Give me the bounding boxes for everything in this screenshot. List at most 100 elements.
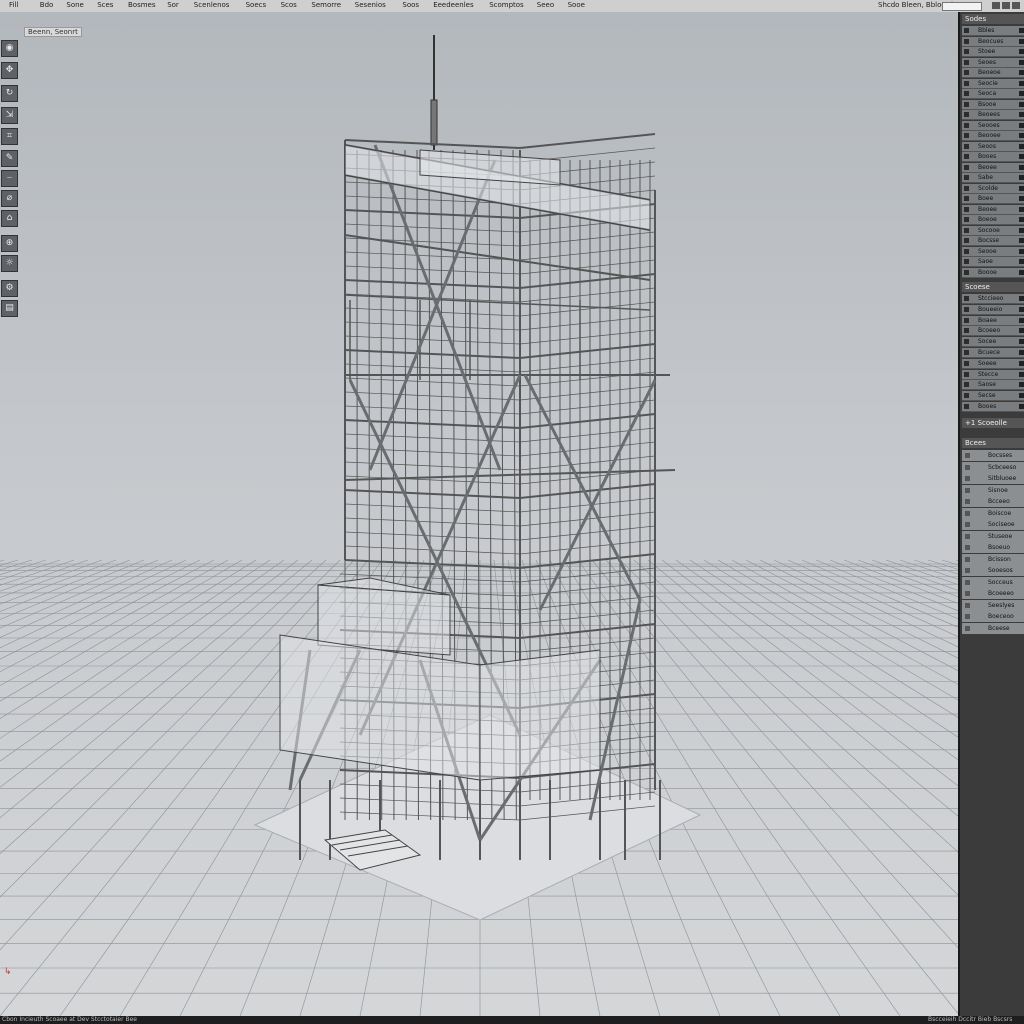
outliner-item[interactable]: Bcuece xyxy=(962,348,1024,358)
visibility-toggle-icon[interactable] xyxy=(1019,306,1024,312)
visibility-toggle-icon[interactable] xyxy=(1019,393,1024,399)
outliner-item[interactable]: Bbles xyxy=(962,26,1024,36)
outliner-item[interactable]: Stuseoe xyxy=(962,530,1024,542)
visibility-toggle-icon[interactable] xyxy=(1019,296,1024,301)
settings-tool-icon[interactable]: ⚙ xyxy=(1,280,18,297)
menu-item[interactable]: Sces xyxy=(97,1,113,9)
outliner-item[interactable]: Bcisson xyxy=(962,553,1024,565)
outliner-item[interactable]: Bceese xyxy=(962,622,1024,634)
outliner-item[interactable]: Scolde xyxy=(962,183,1024,194)
outliner-item[interactable]: Socooe xyxy=(962,225,1024,236)
outliner-item[interactable]: Stecce xyxy=(962,369,1024,380)
outliner-item[interactable]: Boooe xyxy=(962,267,1024,278)
visibility-toggle-icon[interactable] xyxy=(1019,248,1024,254)
outliner-item[interactable]: Bsoeuo xyxy=(962,542,1024,553)
outliner-item[interactable]: Seooe xyxy=(962,246,1024,257)
menu-item[interactable]: Scomptos xyxy=(489,1,524,9)
visibility-toggle-icon[interactable] xyxy=(1019,122,1024,128)
menu-item[interactable]: Fill xyxy=(9,1,18,9)
window-menu-icon[interactable] xyxy=(992,2,1000,9)
outliner-item[interactable]: Beoee xyxy=(962,204,1024,215)
outliner-item[interactable]: Seoes xyxy=(962,57,1024,68)
outliner-item[interactable]: Beooee xyxy=(962,131,1024,141)
light-tool-icon[interactable]: ☼ xyxy=(1,255,18,272)
menu-item[interactable]: Sesenios xyxy=(355,1,386,9)
visibility-toggle-icon[interactable] xyxy=(1019,28,1024,33)
visibility-toggle-icon[interactable] xyxy=(1019,112,1024,117)
visibility-toggle-icon[interactable] xyxy=(1019,360,1024,366)
outliner-item[interactable]: Seocie xyxy=(962,78,1024,89)
outliner-item[interactable]: Boeoe xyxy=(962,215,1024,225)
edit-tool-icon[interactable]: ⌗ xyxy=(1,128,18,145)
outliner-item[interactable]: Saoe xyxy=(962,257,1024,267)
3d-viewport[interactable]: Beenn, Seonrt ◉ ✥ ↻ ⇲ ⌗ ✎ ⎯ ⌀ ⌂ ⊕ ☼ ⚙ ▤ ↳ xyxy=(0,12,958,1016)
outliner-item[interactable]: Stoee xyxy=(962,47,1024,57)
menu-item[interactable]: Scos xyxy=(281,1,297,9)
close-icon[interactable] xyxy=(1012,2,1020,9)
outliner-item[interactable]: Seoca xyxy=(962,89,1024,99)
visibility-toggle-icon[interactable] xyxy=(1019,339,1024,345)
move-tool-icon[interactable]: ✥ xyxy=(1,62,18,79)
visibility-toggle-icon[interactable] xyxy=(1019,80,1024,86)
viewport-label[interactable]: Beenn, Seonrt xyxy=(24,27,82,37)
outliner-item[interactable]: Sociseoe xyxy=(962,519,1024,530)
visibility-toggle-icon[interactable] xyxy=(1019,328,1024,334)
outliner-item[interactable]: Sisnoe xyxy=(962,484,1024,496)
outliner-item[interactable]: Beocues xyxy=(962,36,1024,47)
visibility-toggle-icon[interactable] xyxy=(1019,175,1024,180)
render-tool-icon[interactable]: ⌂ xyxy=(1,210,18,227)
visibility-toggle-icon[interactable] xyxy=(1019,196,1024,201)
rotate-tool-icon[interactable]: ↻ xyxy=(1,85,18,102)
camera-tool-icon[interactable]: ⌀ xyxy=(1,190,18,207)
visibility-toggle-icon[interactable] xyxy=(1019,38,1024,44)
outliner-item[interactable]: Boiscoe xyxy=(962,507,1024,519)
visibility-toggle-icon[interactable] xyxy=(1019,217,1024,222)
visibility-toggle-icon[interactable] xyxy=(1019,317,1024,323)
outliner-item[interactable]: Socceus xyxy=(962,576,1024,588)
outliner-item[interactable]: Boaee xyxy=(962,315,1024,326)
outliner-item[interactable]: Sabe xyxy=(962,173,1024,183)
outliner-item[interactable]: Beoee xyxy=(962,162,1024,173)
menu-item[interactable]: Semorre xyxy=(311,1,341,9)
outliner-item[interactable]: Boeceoo xyxy=(962,611,1024,622)
visibility-toggle-icon[interactable] xyxy=(1019,70,1024,75)
visibility-toggle-icon[interactable] xyxy=(1019,143,1024,149)
outliner-item[interactable]: Sitbluoee xyxy=(962,473,1024,484)
select-tool-icon[interactable]: ◉ xyxy=(1,40,18,57)
visibility-toggle-icon[interactable] xyxy=(1019,133,1024,138)
outliner-item[interactable]: Sooesos xyxy=(962,565,1024,576)
outliner-item[interactable]: Soeee xyxy=(962,358,1024,369)
menu-item[interactable]: Bosmes xyxy=(128,1,156,9)
outliner-item[interactable]: Saose xyxy=(962,380,1024,391)
outliner-item[interactable]: Socee xyxy=(962,337,1024,348)
menu-item[interactable]: Soos xyxy=(402,1,419,9)
outliner-item[interactable]: Bsooe xyxy=(962,99,1024,110)
menu-item[interactable]: Eeedeenles xyxy=(433,1,473,9)
outliner-item[interactable]: Bcceeo xyxy=(962,496,1024,507)
outliner-item[interactable]: Boee xyxy=(962,194,1024,204)
outliner-item[interactable]: Beoees xyxy=(962,110,1024,120)
visibility-toggle-icon[interactable] xyxy=(1019,259,1024,264)
menu-item[interactable]: Bdo xyxy=(40,1,54,9)
pen-tool-icon[interactable]: ⎯ xyxy=(1,170,18,187)
visibility-toggle-icon[interactable] xyxy=(1019,206,1024,212)
outliner-item[interactable]: Boueeio xyxy=(962,304,1024,315)
visibility-toggle-icon[interactable] xyxy=(1019,101,1024,107)
search-input[interactable] xyxy=(942,2,982,11)
visibility-toggle-icon[interactable] xyxy=(1019,185,1024,191)
scale-tool-icon[interactable]: ⇲ xyxy=(1,107,18,124)
outliner-item[interactable]: Seeslyes xyxy=(962,599,1024,611)
outliner-item[interactable]: Scbceeso xyxy=(962,461,1024,473)
layer-tool-icon[interactable]: ▤ xyxy=(1,300,18,317)
menu-item[interactable]: Sone xyxy=(66,1,83,9)
menu-item[interactable]: Sooe xyxy=(568,1,585,9)
visibility-toggle-icon[interactable] xyxy=(1019,227,1024,233)
visibility-toggle-icon[interactable] xyxy=(1019,91,1024,96)
visibility-toggle-icon[interactable] xyxy=(1019,164,1024,170)
visibility-toggle-icon[interactable] xyxy=(1019,59,1024,65)
visibility-toggle-icon[interactable] xyxy=(1019,269,1024,275)
axis-gizmo-icon[interactable]: ↳ xyxy=(4,967,12,977)
outliner-item[interactable]: Booes xyxy=(962,152,1024,162)
visibility-toggle-icon[interactable] xyxy=(1019,404,1024,409)
visibility-toggle-icon[interactable] xyxy=(1019,238,1024,243)
